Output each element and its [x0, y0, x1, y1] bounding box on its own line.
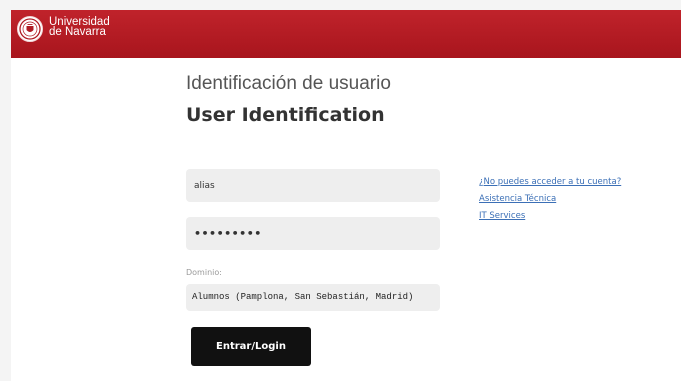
university-name-line2: de Navarra [49, 26, 106, 38]
login-page: Universidad de Navarra Identificación de… [11, 10, 681, 381]
university-logo-text: Universidad de Navarra [49, 16, 110, 38]
username-field[interactable] [186, 169, 440, 202]
domain-select[interactable]: Alumnos (Pamplona, San Sebastián, Madrid… [186, 284, 440, 311]
help-links: ¿No puedes acceder a tu cuenta? Asistenc… [479, 174, 621, 225]
login-button[interactable]: Entrar/Login [191, 327, 311, 366]
cant-access-account-link[interactable]: ¿No puedes acceder a tu cuenta? [479, 174, 621, 191]
header-bar: Universidad de Navarra [11, 10, 681, 58]
university-seal-icon [17, 16, 43, 42]
domain-label: Dominio: [186, 268, 222, 277]
it-services-link[interactable]: IT Services [479, 208, 621, 225]
technical-assistance-link[interactable]: Asistencia Técnica [479, 191, 621, 208]
password-field[interactable] [186, 217, 440, 250]
page-title-english: User Identification [186, 104, 385, 126]
page-title-spanish: Identificación de usuario [186, 73, 391, 94]
